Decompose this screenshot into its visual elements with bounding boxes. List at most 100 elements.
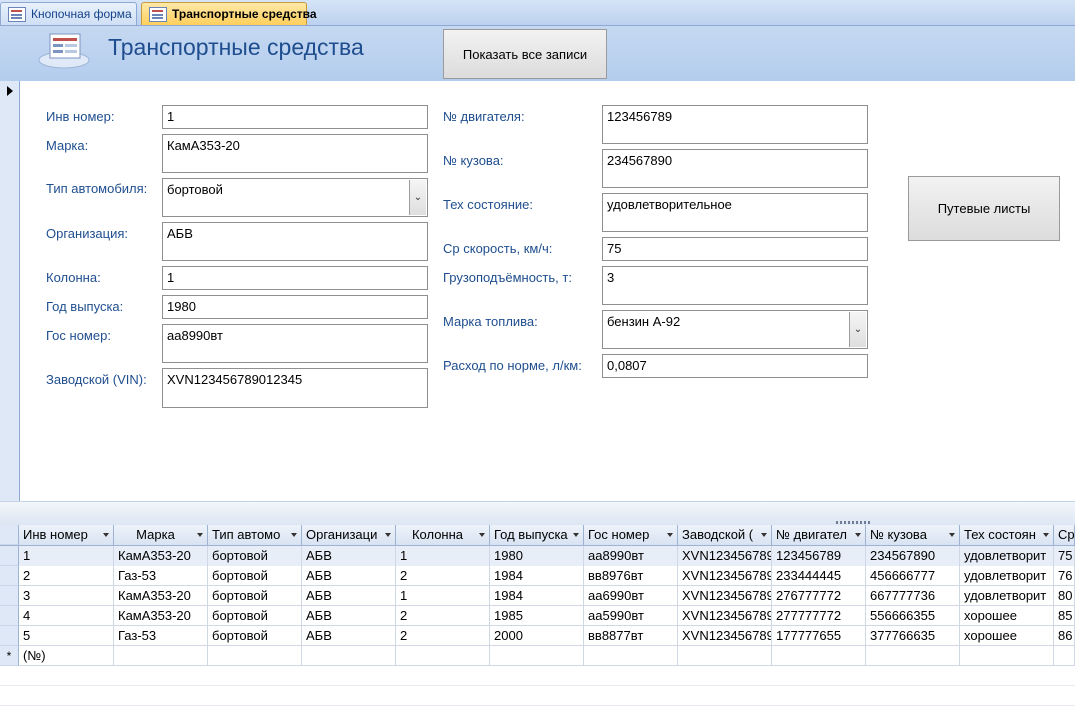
column-header[interactable]: Гос номер bbox=[584, 525, 678, 545]
table-cell[interactable]: 1 bbox=[396, 586, 490, 606]
inv-number-field[interactable]: 1 bbox=[162, 105, 428, 129]
table-cell[interactable]: АБВ bbox=[302, 586, 396, 606]
column-header[interactable]: Марка bbox=[114, 525, 208, 545]
table-cell[interactable]: 1984 bbox=[490, 586, 584, 606]
new-record-placeholder[interactable]: (№) bbox=[19, 646, 114, 666]
row-selector[interactable] bbox=[0, 566, 19, 586]
filter-dropdown-icon[interactable] bbox=[1043, 533, 1049, 537]
table-cell[interactable]: 667777736 bbox=[866, 586, 960, 606]
table-cell[interactable]: КамА353-20 bbox=[114, 586, 208, 606]
filter-dropdown-icon[interactable] bbox=[103, 533, 109, 537]
table-cell[interactable]: бортовой bbox=[208, 566, 302, 586]
table-cell[interactable]: АБВ bbox=[302, 546, 396, 566]
table-cell[interactable]: бортовой bbox=[208, 586, 302, 606]
filter-dropdown-icon[interactable] bbox=[197, 533, 203, 537]
chevron-down-icon[interactable]: ⌄ bbox=[849, 312, 866, 347]
table-cell[interactable]: 1985 bbox=[490, 606, 584, 626]
table-cell[interactable]: бортовой bbox=[208, 626, 302, 646]
table-cell[interactable]: бортовой bbox=[208, 606, 302, 626]
table-cell[interactable] bbox=[584, 646, 678, 666]
table-cell[interactable]: 123456789 bbox=[772, 546, 866, 566]
plate-field[interactable]: аа8990вт bbox=[162, 324, 428, 363]
column-header[interactable]: № двигател bbox=[772, 525, 866, 545]
filter-dropdown-icon[interactable] bbox=[479, 533, 485, 537]
table-cell[interactable]: XVN123456789 bbox=[678, 626, 772, 646]
row-selector[interactable] bbox=[0, 586, 19, 606]
table-row[interactable]: 5 Газ-53 бортовой АБВ 2 2000 вв8877вт XV… bbox=[0, 626, 1075, 646]
brand-field[interactable]: КамА353-20 bbox=[162, 134, 428, 173]
table-cell[interactable] bbox=[772, 646, 866, 666]
table-cell[interactable]: 4 bbox=[19, 606, 114, 626]
column-field[interactable]: 1 bbox=[162, 266, 428, 290]
table-cell[interactable]: 85 bbox=[1054, 606, 1075, 626]
chevron-down-icon[interactable]: ⌄ bbox=[409, 180, 426, 215]
filter-dropdown-icon[interactable] bbox=[761, 533, 767, 537]
table-cell[interactable]: XVN123456789 bbox=[678, 546, 772, 566]
table-cell[interactable]: бортовой bbox=[208, 546, 302, 566]
table-cell[interactable]: удовлетворит bbox=[960, 566, 1054, 586]
table-cell[interactable]: хорошее bbox=[960, 626, 1054, 646]
column-header[interactable]: № кузова bbox=[866, 525, 960, 545]
table-cell[interactable]: 2 bbox=[19, 566, 114, 586]
capacity-field[interactable]: 3 bbox=[602, 266, 868, 305]
column-header[interactable]: Ср bbox=[1054, 525, 1075, 545]
table-cell[interactable]: 86 bbox=[1054, 626, 1075, 646]
table-cell[interactable]: Газ-53 bbox=[114, 566, 208, 586]
table-cell[interactable]: аа6990вт bbox=[584, 586, 678, 606]
filter-dropdown-icon[interactable] bbox=[573, 533, 579, 537]
table-row[interactable]: 2 Газ-53 бортовой АБВ 2 1984 вв8976вт XV… bbox=[0, 566, 1075, 586]
table-cell[interactable] bbox=[302, 646, 396, 666]
table-cell[interactable]: хорошее bbox=[960, 606, 1054, 626]
table-cell[interactable]: 276777772 bbox=[772, 586, 866, 606]
table-cell[interactable]: удовлетворит bbox=[960, 546, 1054, 566]
tech-condition-field[interactable]: удовлетворительное bbox=[602, 193, 868, 232]
table-cell[interactable]: АБВ bbox=[302, 606, 396, 626]
table-row[interactable]: 1 КамА353-20 бортовой АБВ 1 1980 аа8990в… bbox=[0, 546, 1075, 566]
splitter-grip-icon[interactable] bbox=[836, 521, 872, 524]
table-cell[interactable]: удовлетворит bbox=[960, 586, 1054, 606]
vin-field[interactable]: XVN123456789012345 bbox=[162, 368, 428, 408]
record-selector[interactable] bbox=[0, 81, 20, 501]
vehicle-type-combo[interactable]: бортовой ⌄ bbox=[162, 178, 428, 217]
new-record-row[interactable]: * (№) bbox=[0, 646, 1075, 666]
table-cell[interactable] bbox=[960, 646, 1054, 666]
table-cell[interactable]: 1 bbox=[19, 546, 114, 566]
table-cell[interactable]: Газ-53 bbox=[114, 626, 208, 646]
table-cell[interactable]: XVN123456789 bbox=[678, 586, 772, 606]
table-cell[interactable]: 233444445 bbox=[772, 566, 866, 586]
filter-dropdown-icon[interactable] bbox=[385, 533, 391, 537]
table-cell[interactable]: 556666355 bbox=[866, 606, 960, 626]
column-header[interactable]: Колонна bbox=[396, 525, 490, 545]
table-cell[interactable]: 377766635 bbox=[866, 626, 960, 646]
table-cell[interactable] bbox=[208, 646, 302, 666]
table-cell[interactable]: XVN123456789 bbox=[678, 606, 772, 626]
column-header[interactable]: Год выпуска bbox=[490, 525, 584, 545]
column-header[interactable]: Организаци bbox=[302, 525, 396, 545]
table-cell[interactable]: аа5990вт bbox=[584, 606, 678, 626]
table-cell[interactable]: КамА353-20 bbox=[114, 546, 208, 566]
table-cell[interactable]: АБВ bbox=[302, 566, 396, 586]
body-number-field[interactable]: 234567890 bbox=[602, 149, 868, 188]
column-header[interactable]: Заводской ( bbox=[678, 525, 772, 545]
table-cell[interactable]: 2 bbox=[396, 566, 490, 586]
table-cell[interactable]: 80 bbox=[1054, 586, 1075, 606]
column-header[interactable]: Инв номер bbox=[19, 525, 114, 545]
table-cell[interactable]: КамА353-20 bbox=[114, 606, 208, 626]
tab-switchboard[interactable]: Кнопочная форма bbox=[0, 2, 137, 25]
table-cell[interactable]: вв8976вт bbox=[584, 566, 678, 586]
waybills-button[interactable]: Путевые листы bbox=[908, 176, 1060, 241]
table-cell[interactable]: аа8990вт bbox=[584, 546, 678, 566]
tab-vehicles[interactable]: Транспортные средства bbox=[141, 2, 317, 25]
table-cell[interactable]: 234567890 bbox=[866, 546, 960, 566]
table-cell[interactable]: 2 bbox=[396, 606, 490, 626]
row-selector[interactable] bbox=[0, 546, 19, 566]
show-all-records-button[interactable]: Показать все записи bbox=[443, 29, 607, 79]
table-cell[interactable]: 5 bbox=[19, 626, 114, 646]
consumption-field[interactable]: 0,0807 bbox=[602, 354, 868, 378]
split-form-divider[interactable] bbox=[0, 501, 1075, 525]
select-all-corner[interactable] bbox=[0, 525, 19, 545]
new-record-marker[interactable]: * bbox=[0, 646, 19, 666]
table-cell[interactable]: АБВ bbox=[302, 626, 396, 646]
organization-field[interactable]: АБВ bbox=[162, 222, 428, 261]
table-cell[interactable]: XVN123456789 bbox=[678, 566, 772, 586]
